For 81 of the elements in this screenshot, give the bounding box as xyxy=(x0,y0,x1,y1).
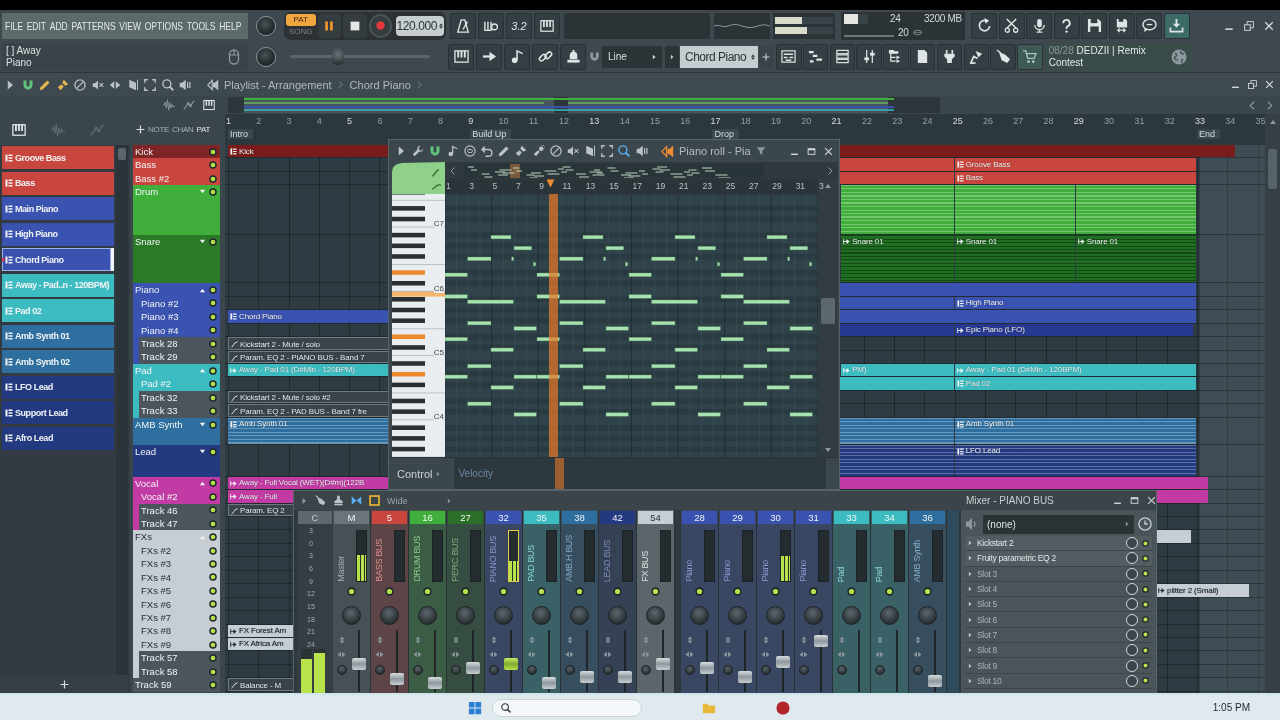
bar-number: 3 xyxy=(818,181,824,191)
bar-number: 7 xyxy=(515,181,521,191)
bar-number: 29 xyxy=(772,181,782,191)
bar-number: 13 xyxy=(589,116,600,126)
bar-number: 23 xyxy=(892,116,903,126)
bar-number: 18 xyxy=(740,116,751,126)
bar-number: 34 xyxy=(1225,116,1236,126)
bar-number: 5 xyxy=(347,116,353,126)
bar-number: 24 xyxy=(922,116,933,126)
key-label: C6 xyxy=(433,283,444,293)
bar-number: 19 xyxy=(771,116,782,126)
strip-name: BASS BUS xyxy=(374,539,385,582)
parameter-label: Velocity xyxy=(458,468,493,479)
strip-name: AMB.H BUS xyxy=(564,535,575,582)
bar-number: 33 xyxy=(1194,116,1205,126)
bar-number: 20 xyxy=(801,116,812,126)
strip-name: PAD BUS xyxy=(526,545,537,582)
bar-number: 26 xyxy=(983,116,993,126)
bar-number: 9 xyxy=(539,181,544,191)
strip-name: DRUM BUS xyxy=(412,536,423,582)
strip-name: Piano xyxy=(684,560,695,582)
bar-number: 31 xyxy=(795,181,806,191)
strip-name: AMB Synth xyxy=(912,539,923,582)
bar-number: 21 xyxy=(679,181,689,191)
bar-number: 25 xyxy=(725,181,736,191)
bar-number: 27 xyxy=(1013,116,1024,126)
window-title: Piano roll - Pia xyxy=(679,145,751,157)
polyphony-reading: 20 xyxy=(898,27,909,38)
strip-name: Pad xyxy=(874,566,885,582)
strip-name: Piano xyxy=(722,560,733,582)
hint-title: [ ] Away xyxy=(6,44,41,57)
bar-number: 8 xyxy=(437,116,443,126)
bar-number: 4 xyxy=(316,116,322,126)
strip-name: Piano xyxy=(798,560,809,582)
strip-name: Piano xyxy=(760,560,771,582)
bar-number: 15 xyxy=(609,181,619,191)
bar-number: 3 xyxy=(469,181,475,191)
bar-number: 6 xyxy=(377,116,383,126)
strip-name: PIANO BUS xyxy=(488,535,499,582)
memory-reading: 3200 MB xyxy=(924,13,962,24)
bar-number: 5 xyxy=(492,181,498,191)
bar-number: 35 xyxy=(1255,116,1266,126)
bar-number: 21 xyxy=(831,116,842,126)
bar-number: 27 xyxy=(749,181,759,191)
bar-number: 17 xyxy=(710,116,721,126)
key-label: C5 xyxy=(433,347,444,357)
bar-number: 1 xyxy=(226,116,231,126)
bar-number: 28 xyxy=(1043,116,1054,126)
bar-number: 32 xyxy=(1164,116,1175,126)
bar-number: 2 xyxy=(256,116,262,126)
bar-number: 11 xyxy=(562,181,572,191)
bar-number: 7 xyxy=(407,116,413,126)
bar-number: 19 xyxy=(655,181,666,191)
bar-number: 22 xyxy=(861,116,872,126)
cpu-reading: 24 xyxy=(890,13,901,24)
strip-name: Master xyxy=(336,556,347,582)
bar-number: 31 xyxy=(1134,116,1145,126)
bar-number: 3 xyxy=(286,116,292,126)
bar-number: 11 xyxy=(528,116,539,126)
bar-number: 29 xyxy=(1073,116,1084,126)
bar-number: 10 xyxy=(498,116,509,126)
strip-name: FX BUS xyxy=(640,551,651,582)
bar-number: 25 xyxy=(952,116,963,126)
bar-number: 9 xyxy=(468,116,474,126)
strip-name: LEAD BUS xyxy=(602,539,613,582)
window-title: Mixer - PIANO BUS xyxy=(966,495,1054,506)
key-label: C7 xyxy=(433,219,444,229)
bar-number: 13 xyxy=(585,181,596,191)
bar-number: 14 xyxy=(619,116,630,126)
window-title: Playlist - Arrangement xyxy=(224,78,332,91)
hint-subtitle: Piano xyxy=(6,56,33,69)
key-label: C4 xyxy=(433,412,444,421)
bar-number: 12 xyxy=(559,116,570,126)
bar-number: 15 xyxy=(649,116,660,126)
bar-number: 17 xyxy=(632,181,642,191)
strip-name: Pad xyxy=(836,566,847,582)
bar-number: 30 xyxy=(1104,116,1115,126)
bar-number: 16 xyxy=(680,116,691,126)
bar-number: 23 xyxy=(702,181,712,191)
strip-name: PERC BUS xyxy=(450,538,461,582)
bar-number: 1 xyxy=(446,181,451,191)
